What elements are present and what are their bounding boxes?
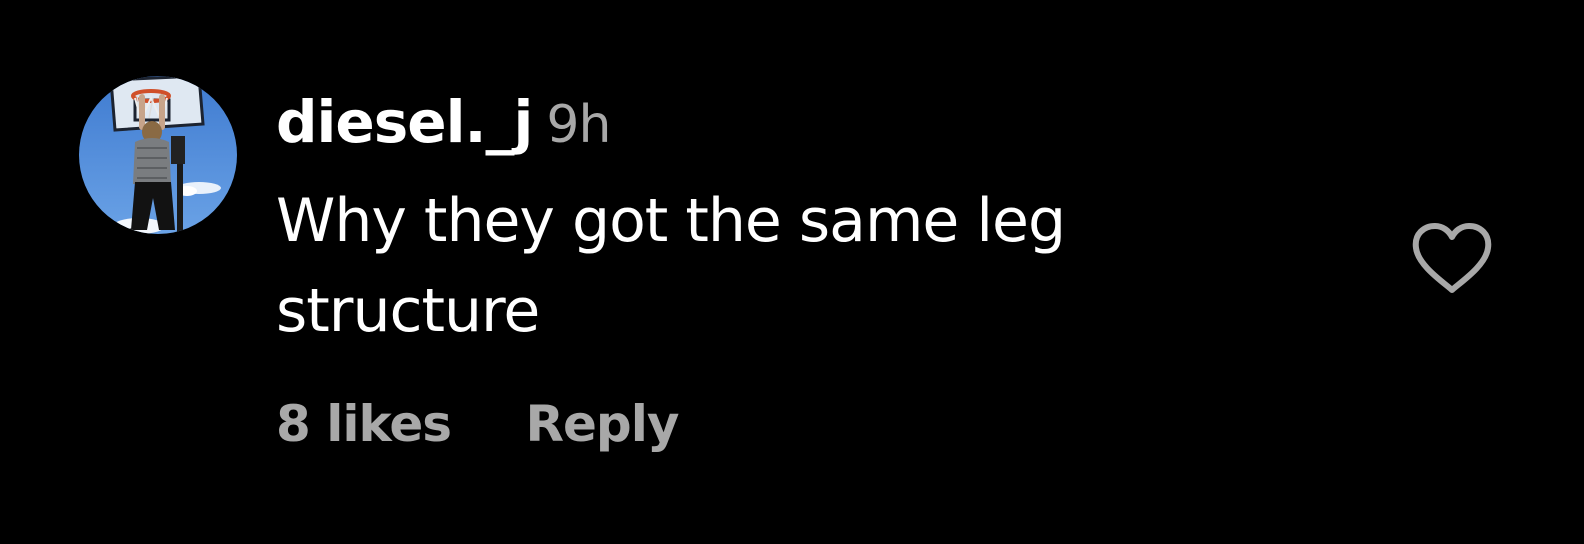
- heart-outline-icon: [1412, 223, 1492, 293]
- comment-text: Why they got the same leg structure: [276, 186, 1066, 346]
- comment-timestamp: 9h: [546, 95, 611, 155]
- avatar-photo: [79, 76, 237, 234]
- comment-item: diesel._j 9h Why they got the same leg st…: [0, 0, 1584, 544]
- like-button[interactable]: [1410, 222, 1494, 296]
- reply-button[interactable]: Reply: [525, 395, 679, 453]
- likes-count-button[interactable]: 8 likes: [276, 395, 452, 453]
- comment-actions: 8 likes Reply: [276, 395, 679, 465]
- avatar[interactable]: [79, 76, 237, 234]
- username-link[interactable]: diesel._j: [276, 88, 533, 156]
- comment-header: diesel._j 9h: [276, 88, 611, 164]
